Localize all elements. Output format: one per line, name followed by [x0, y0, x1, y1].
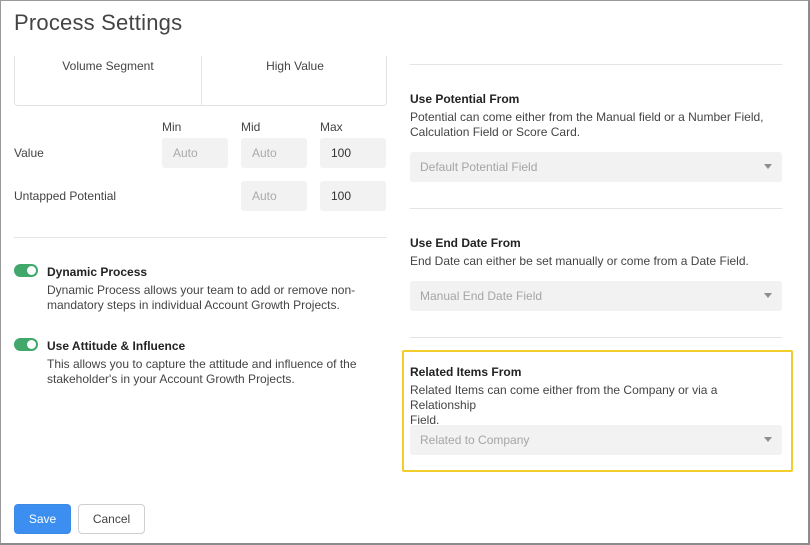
untapped-max-input[interactable] [320, 181, 386, 211]
toggle-knob [27, 266, 36, 275]
dynamic-process-desc-line2: mandatory steps in individual Account Gr… [47, 298, 340, 312]
toggle-knob [27, 340, 36, 349]
end-date-section-desc: End Date can either be set manually or c… [410, 254, 775, 269]
attitude-influence-toggle[interactable] [14, 338, 38, 351]
end-date-source-value: Manual End Date Field [420, 289, 543, 303]
end-date-desc-line1: End Date can either be set manually or c… [410, 254, 749, 268]
mid-column-header: Mid [241, 120, 261, 134]
end-date-section-title: Use End Date From [410, 236, 521, 250]
high-value-label: High Value [266, 59, 324, 73]
untapped-mid-input[interactable] [241, 181, 307, 211]
end-date-source-select[interactable]: Manual End Date Field [410, 281, 782, 311]
attitude-influence-desc-line1: This allows you to capture the attitude … [47, 357, 357, 371]
value-max-input[interactable] [320, 138, 386, 168]
cancel-button[interactable]: Cancel [78, 504, 145, 534]
settings-window: Process Settings Volume Segment High Val… [0, 0, 810, 545]
chevron-down-icon [764, 293, 772, 298]
potential-source-value: Default Potential Field [420, 160, 538, 174]
volume-segment-label: Volume Segment [62, 59, 154, 73]
potential-desc-line2: Calculation Field or Score Card. [410, 125, 581, 139]
dynamic-process-desc-line1: Dynamic Process allows your team to add … [47, 283, 356, 297]
chevron-down-icon [764, 164, 772, 169]
save-button[interactable]: Save [14, 504, 71, 534]
attitude-influence-desc-line2: stakeholder's in your Account Growth Pro… [47, 372, 295, 386]
left-divider [14, 237, 387, 238]
dynamic-process-toggle[interactable] [14, 264, 38, 277]
right-divider-3 [410, 337, 782, 338]
untapped-row-label: Untapped Potential [14, 189, 117, 203]
attitude-influence-title: Use Attitude & Influence [47, 339, 186, 353]
attitude-influence-desc: This allows you to capture the attitude … [47, 357, 357, 387]
value-min-input[interactable] [162, 138, 228, 168]
dynamic-process-title: Dynamic Process [47, 265, 148, 279]
potential-desc-line1: Potential can come either from the Manua… [410, 110, 764, 124]
max-column-header: Max [320, 120, 343, 134]
value-row-label: Value [14, 146, 44, 160]
page-title: Process Settings [14, 10, 183, 35]
segment-header-box: Volume Segment High Value [14, 56, 387, 106]
dynamic-process-desc: Dynamic Process allows your team to add … [47, 283, 355, 313]
right-top-divider [410, 64, 782, 65]
potential-source-select[interactable]: Default Potential Field [410, 152, 782, 182]
min-column-header: Min [162, 120, 182, 134]
related-items-highlight [402, 350, 793, 472]
value-mid-input[interactable] [241, 138, 307, 168]
potential-section-desc: Potential can come either from the Manua… [410, 110, 775, 140]
potential-section-title: Use Potential From [410, 92, 520, 106]
right-divider-2 [410, 208, 782, 209]
